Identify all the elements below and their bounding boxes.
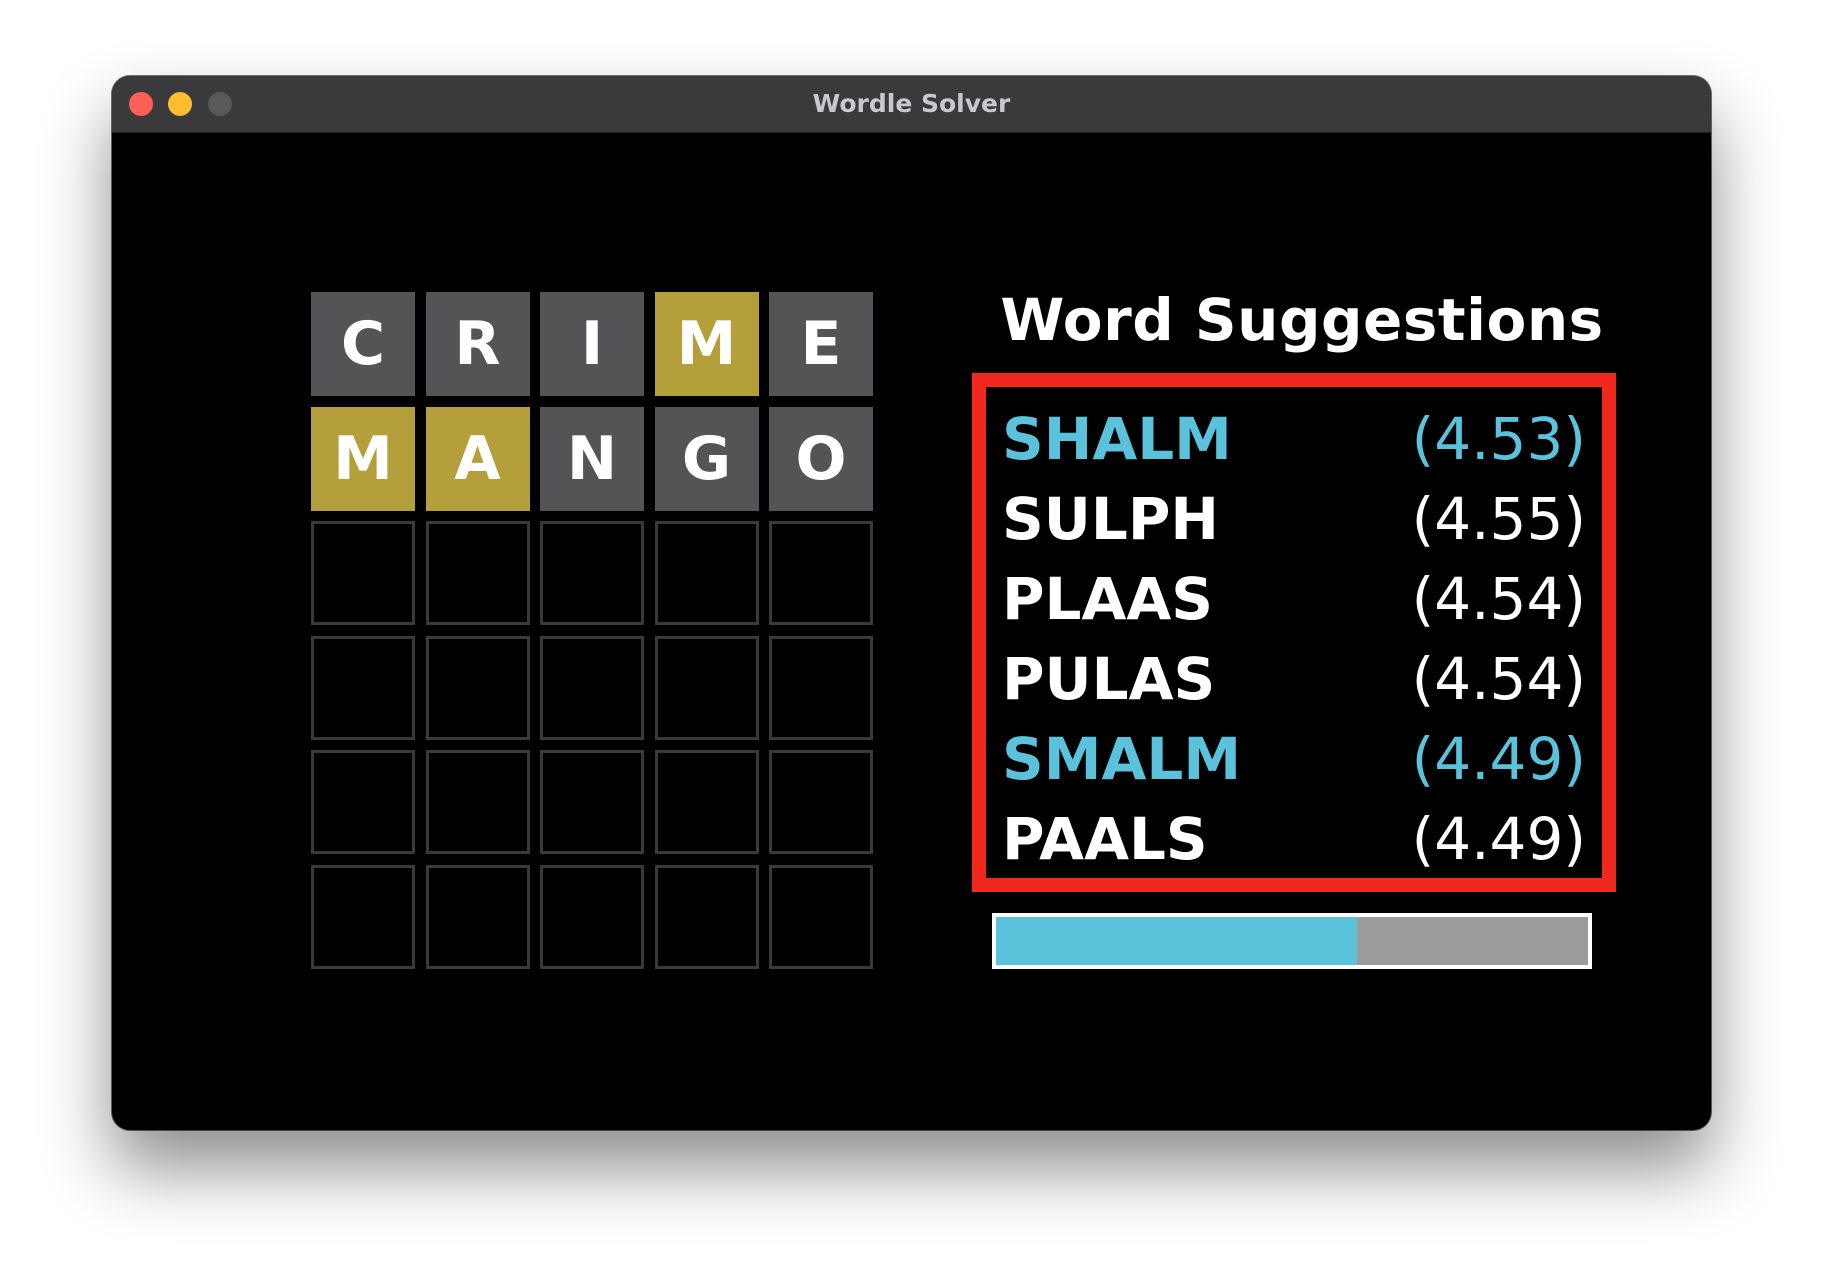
board-row [311,864,873,969]
letter-tile: I [540,292,644,396]
progress-bar-fill [996,917,1358,965]
suggestion-item: PAALS (4.49) [1002,799,1586,879]
letter-tile [654,521,759,625]
board-row: MANGO [311,406,873,511]
suggestion-word: PLAAS [1002,565,1214,633]
window-title: Wordle Solver [812,89,1011,118]
letter-tile [540,750,644,854]
letter-tile [311,750,415,854]
suggestion-word: PULAS [1002,645,1216,713]
suggestion-score: (4.54) [1411,645,1586,713]
letter-tile [769,635,873,740]
suggestion-word: SULPH [1002,485,1219,553]
suggestion-item: PULAS (4.54) [1002,639,1586,719]
suggestions-list: SHALM (4.53) SULPH (4.55) PLAAS (4.54) PULAS (4… [972,373,1616,892]
board-row [311,750,873,854]
letter-tile: R [425,292,530,396]
suggestion-item: SMALM (4.49) [1002,719,1586,799]
letter-tile [654,750,759,854]
letter-tile [425,750,530,854]
title-bar[interactable]: Wordle Solver [112,76,1711,133]
letter-tile [311,635,415,740]
letter-tile [540,521,644,625]
letter-tile [425,521,530,625]
progress-bar [992,913,1592,969]
letter-tile [769,750,873,854]
wordle-board: CRIMEMANGO [311,292,873,969]
letter-tile [769,864,873,969]
letter-tile: O [769,406,873,511]
letter-tile [540,864,644,969]
suggestion-score: (4.53) [1411,405,1586,473]
suggestion-word: SHALM [1002,405,1232,473]
letter-tile: M [311,406,415,511]
suggestions-title: Word Suggestions [1000,286,1604,354]
letter-tile [425,864,530,969]
letter-tile [769,521,873,625]
board-row [311,521,873,625]
suggestion-score: (4.55) [1411,485,1586,553]
suggestion-item: SULPH (4.55) [1002,479,1586,559]
suggestion-item: SHALM (4.53) [1002,399,1586,479]
letter-tile [311,521,415,625]
suggestion-score: (4.49) [1411,805,1586,873]
letter-tile [425,635,530,740]
board-row [311,635,873,740]
letter-tile [311,864,415,969]
app-window: Wordle Solver CRIMEMANGO Word Suggestion… [112,76,1711,1130]
letter-tile [540,635,644,740]
suggestion-score: (4.54) [1411,565,1586,633]
suggestion-item: PLAAS (4.54) [1002,559,1586,639]
letter-tile [654,864,759,969]
letter-tile: G [654,406,759,511]
board-row: CRIME [311,292,873,396]
letter-tile: M [654,292,759,396]
letter-tile [654,635,759,740]
suggestion-word: SMALM [1002,725,1242,793]
letter-tile: C [311,292,415,396]
suggestion-score: (4.49) [1411,725,1586,793]
letter-tile: A [425,406,530,511]
letter-tile: E [769,292,873,396]
letter-tile: N [540,406,644,511]
suggestion-word: PAALS [1002,805,1208,873]
